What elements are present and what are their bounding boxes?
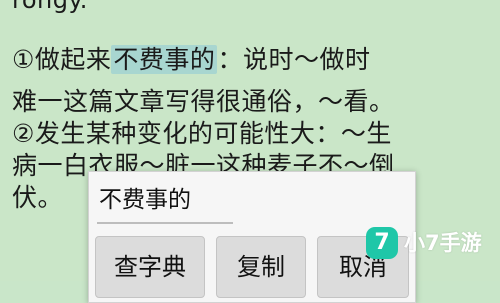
selected-text-highlight[interactable]: 不费事的 — [111, 45, 218, 74]
definition-line-3: ②发生某种变化的可能性大：～生 — [12, 119, 392, 148]
selected-text-value: 不费事的 — [99, 187, 191, 213]
logo-badge-text: 7 — [374, 230, 390, 255]
copy-button[interactable]: 复制 — [216, 236, 306, 298]
definition-line-2: 难一这篇文章写得很通俗，～看。 — [12, 87, 395, 116]
definition-line-1: ①做起来不费事的：说时～做时 — [12, 44, 370, 76]
lookup-dictionary-button[interactable]: 查字典 — [95, 236, 205, 298]
selected-text-field[interactable]: 不费事的 — [97, 180, 233, 224]
definition-line-5: 伏。 — [12, 183, 64, 212]
logo-badge-icon: 7 — [366, 227, 398, 259]
definition-suffix: ：说时～做时 — [217, 45, 371, 74]
logo-text: 小7手游 — [404, 231, 482, 255]
watermark-logo: 7 小7手游 — [366, 227, 496, 261]
pinyin-line: rongy. — [12, 0, 88, 14]
definition-prefix: ①做起来 — [12, 45, 112, 74]
